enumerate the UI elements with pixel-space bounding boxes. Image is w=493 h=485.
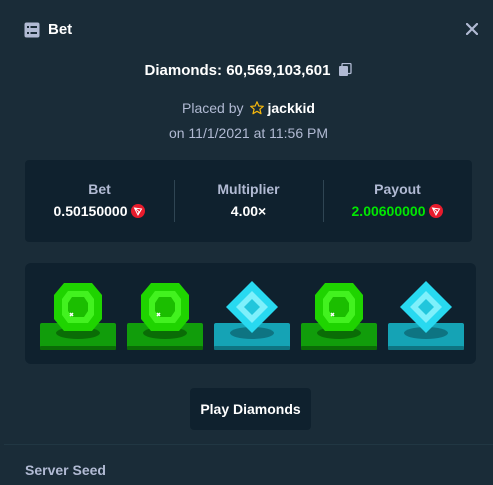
stat-payout-value: 2.00600000 [351,203,426,219]
play-diamonds-button[interactable]: Play Diamonds [190,388,311,430]
modal-title: Bet [48,21,73,38]
cyan-gem-tile [214,281,290,350]
stats-panel: Bet 0.50150000 Multiplier 4.00× Payout 2… [25,160,472,242]
stat-multiplier-value: 4.00× [230,203,267,219]
stat-multiplier: Multiplier 4.00× [174,160,323,242]
tron-coin-icon [131,204,146,218]
stat-multiplier-value-row: 4.00× [174,203,323,219]
copy-icon[interactable] [338,63,353,77]
stat-payout-label: Payout [374,181,421,197]
modal-header: Bet [4,0,493,60]
bet-modal: Bet Diamonds: 60,569,103,601 Placed by j… [4,0,493,485]
close-button[interactable] [461,18,483,40]
server-seed-label: Server Seed [25,462,106,478]
cyan-gem-tile [388,281,464,350]
bet-summary: Diamonds: 60,569,103,601 Placed by jackk… [4,60,493,141]
bet-date: on 11/1/2021 at 11:56 PM [168,125,329,141]
stat-payout: Payout 2.00600000 [323,160,472,242]
bet-ticket-icon [24,22,40,37]
placed-by-line: Placed by jackkid [4,100,493,116]
placed-by-label: Placed by [182,100,244,116]
title-wrap: Bet [24,21,72,38]
stat-bet: Bet 0.50150000 [25,160,174,242]
stat-multiplier-label: Multiplier [217,181,280,197]
diamonds-board [25,263,476,364]
tron-coin-icon [429,204,444,218]
game-id-text: Diamonds: 60,569,103,601 [144,61,331,79]
stat-bet-value: 0.50150000 [53,203,128,219]
close-icon [466,23,478,35]
username-link[interactable]: jackkid [268,100,315,116]
green-gem-tile [40,283,116,350]
stat-bet-label: Bet [88,181,111,197]
stat-bet-value-row: 0.50150000 [25,203,174,219]
star-icon [249,101,264,115]
game-id-line: Diamonds: 60,569,103,601 [4,60,493,80]
green-gem-tile [127,283,203,350]
section-divider [4,444,493,445]
green-gem-tile [301,283,377,350]
stat-payout-value-row: 2.00600000 [323,203,472,219]
